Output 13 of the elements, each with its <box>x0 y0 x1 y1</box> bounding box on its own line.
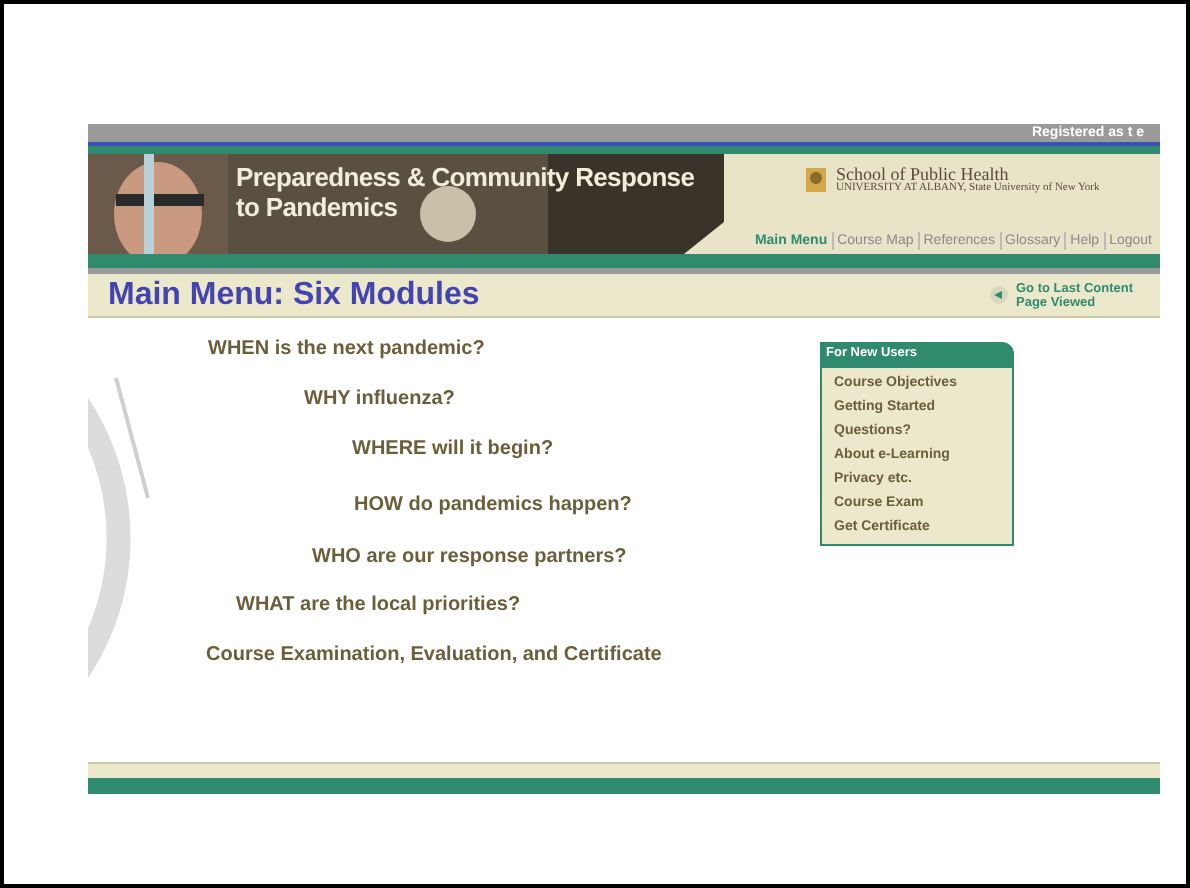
module-link[interactable]: HOW do pandemics happen? <box>354 494 632 518</box>
course-title: to Pandemics <box>236 192 400 222</box>
module-link[interactable]: WHY influenza? <box>304 388 455 412</box>
school-seal-icon <box>804 166 828 195</box>
module-link[interactable]: WHEN is the next pandemic? <box>208 338 485 362</box>
module-link[interactable]: WHERE will it begin? <box>352 438 554 462</box>
module-link[interactable]: WHAT are the local priorities? <box>236 594 521 618</box>
module-link[interactable]: Course Examination, Evaluation, and Certificate <box>206 644 662 668</box>
module-link[interactable]: WHO are our response partners? <box>312 546 627 570</box>
course-title: Preparedness & Community Response <box>236 162 695 192</box>
back-arrow-icon <box>990 286 1008 304</box>
page-title: Main Menu: Six Modules <box>108 275 480 315</box>
school-name: School of Public Health <box>836 166 1009 184</box>
